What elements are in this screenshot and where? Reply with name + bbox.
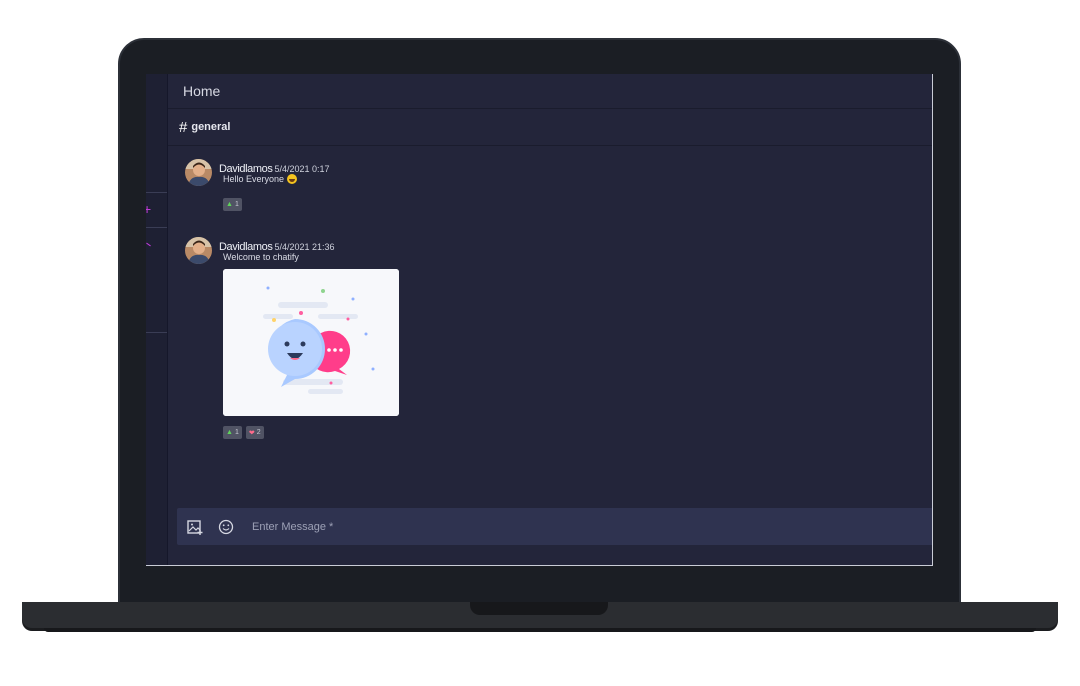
laptop-mockup: + Home # general	[0, 0, 1080, 686]
reaction-list: ▲ 1	[223, 198, 242, 211]
message-timestamp: 5/4/2021 21:36	[274, 242, 335, 252]
add-image-icon[interactable]	[186, 518, 204, 536]
hash-icon: #	[179, 118, 188, 136]
channel-name: general	[191, 121, 231, 133]
add-channel-icon[interactable]: +	[146, 202, 151, 216]
reaction-list: ▲ 1 ❤ 2	[223, 426, 264, 439]
reaction-thumbs-up[interactable]: ▲ 1	[223, 198, 242, 211]
chat-main: Home # general Davidlamos 5/4/2021 0:17 …	[168, 74, 932, 565]
grinning-face-icon	[286, 174, 297, 184]
top-bar: Home	[168, 74, 932, 109]
reaction-count: 1	[234, 429, 239, 436]
message-text-row: Hello Everyone	[223, 174, 297, 184]
reaction-heart[interactable]: ❤ 2	[245, 426, 264, 439]
avatar[interactable]	[185, 159, 212, 186]
message-text: Hello Everyone	[223, 174, 285, 184]
emoji-picker-icon[interactable]	[217, 518, 235, 536]
chat-bubbles-illustration	[223, 269, 399, 416]
reaction-count: 1	[234, 201, 239, 208]
page-title: Home	[183, 83, 221, 99]
avatar[interactable]	[185, 237, 212, 264]
sidebar-divider	[146, 192, 167, 193]
heart-icon: ❤	[248, 429, 255, 437]
reaction-count: 2	[256, 429, 261, 436]
message-composer	[177, 508, 932, 545]
reaction-thumbs-up[interactable]: ▲ 1	[223, 426, 242, 439]
sidebar-accent-mark	[146, 242, 151, 247]
thumbs-up-icon: ▲	[226, 429, 233, 436]
message-text: Welcome to chatify	[223, 252, 299, 262]
sidebar-divider	[146, 332, 167, 333]
app-screen: + Home # general	[146, 74, 933, 566]
channel-sidebar: +	[146, 74, 168, 565]
message-timestamp: 5/4/2021 0:17	[274, 164, 330, 174]
sidebar-divider	[146, 227, 167, 228]
thumbs-up-icon: ▲	[226, 201, 233, 208]
laptop-foot	[44, 628, 1036, 632]
channel-header: # general	[168, 109, 932, 146]
image-attachment[interactable]	[223, 269, 399, 416]
laptop-notch	[470, 602, 608, 615]
message-input[interactable]	[250, 519, 932, 534]
